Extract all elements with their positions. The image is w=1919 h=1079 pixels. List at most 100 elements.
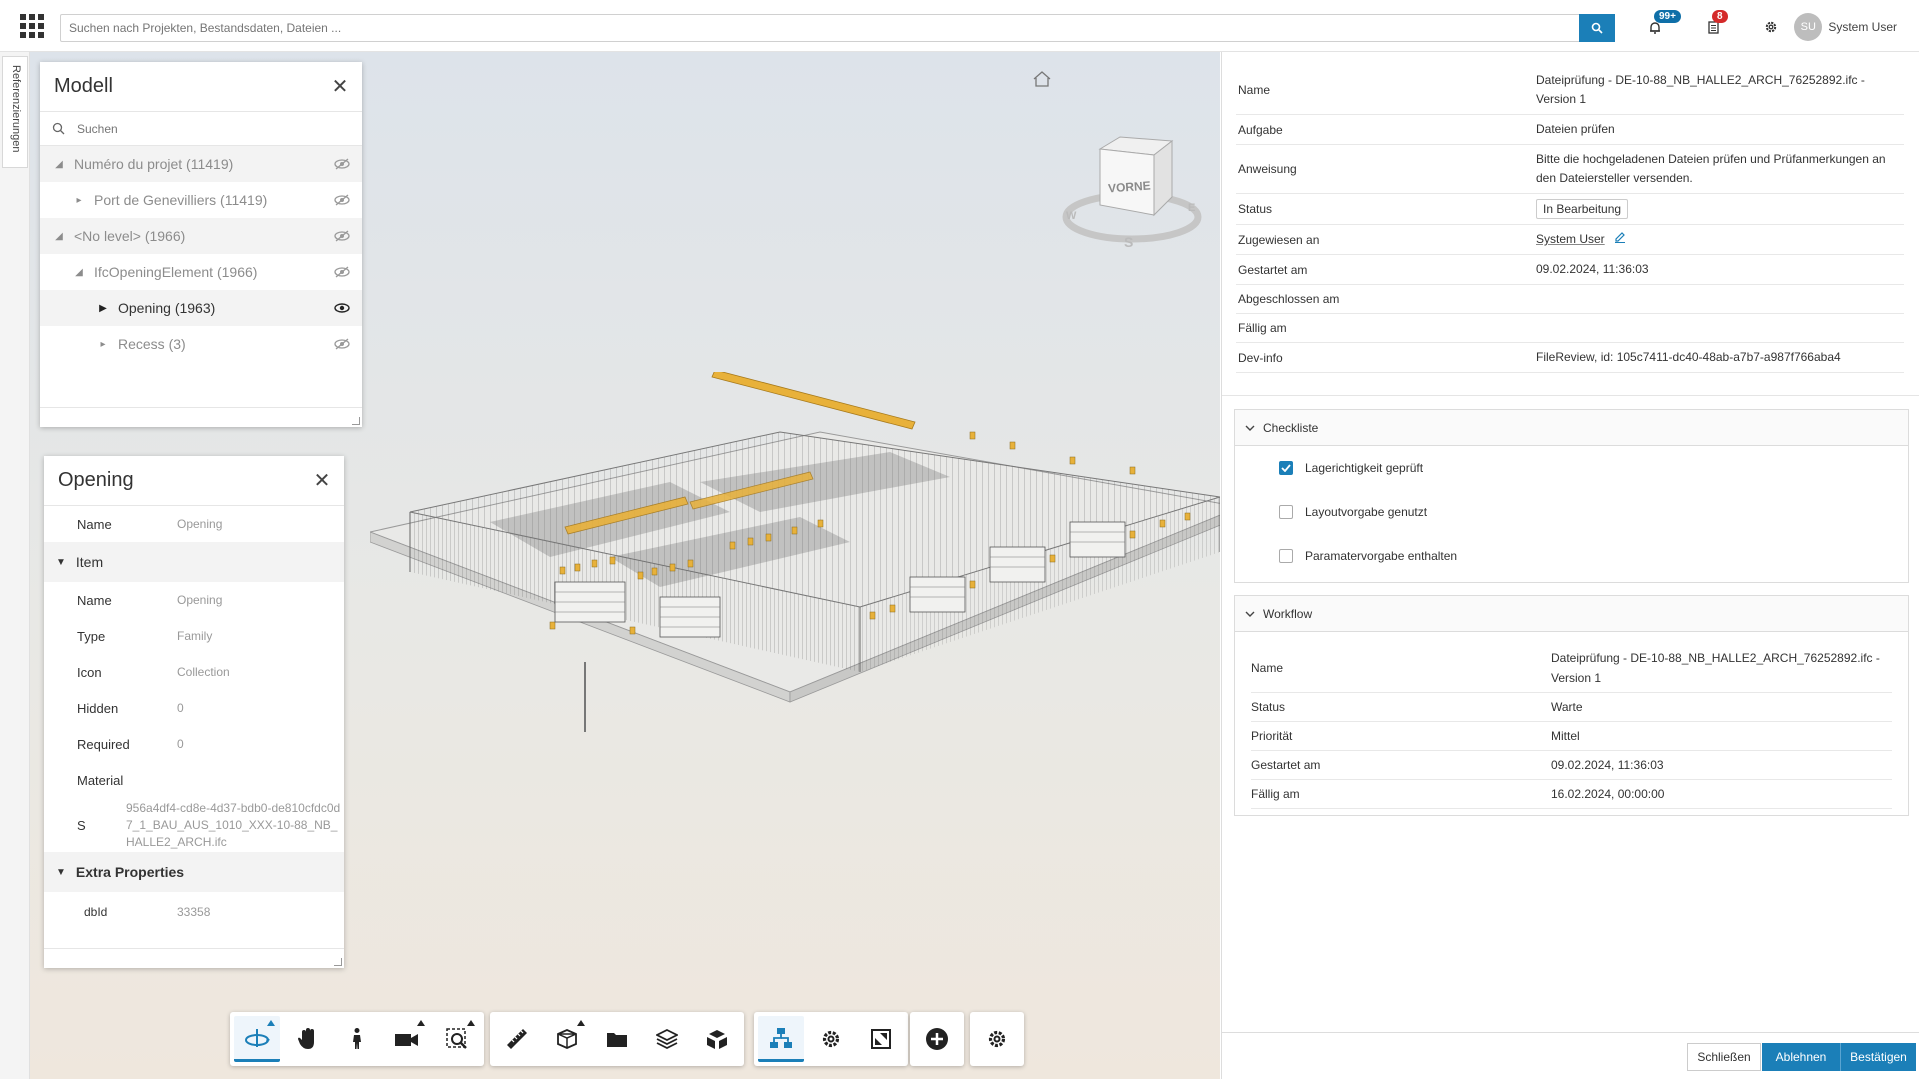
explode-cube-icon [707, 1030, 727, 1049]
item-section-header[interactable]: ▼ Item [44, 542, 344, 582]
workflow-header[interactable]: Workflow [1235, 596, 1908, 632]
checkbox[interactable] [1279, 505, 1293, 519]
pencil-icon[interactable] [1614, 230, 1626, 249]
property-key: Required [77, 736, 130, 752]
tree-node[interactable]: ◢ IfcOpeningElement (1966) [40, 254, 362, 290]
property-key: Name [77, 516, 112, 532]
property-value: Opening [177, 517, 223, 531]
model-panel-footer [40, 407, 362, 427]
eye-hidden-icon[interactable] [334, 229, 350, 245]
home-view-button[interactable] [1032, 70, 1052, 91]
add-markup-button[interactable] [914, 1016, 960, 1062]
resize-handle[interactable] [352, 417, 360, 425]
fullscreen-button[interactable] [858, 1016, 904, 1062]
eye-icon[interactable] [334, 301, 350, 317]
info-key: Fällig am [1238, 321, 1287, 336]
zoom-window-button[interactable] [434, 1016, 480, 1062]
section-box-button[interactable] [544, 1016, 590, 1062]
tree-node[interactable]: ◢ Numéro du projet (11419) [40, 146, 362, 182]
checklist-item[interactable]: Paramatervorgabe enthalten [1235, 534, 1908, 578]
tree-node[interactable]: ▸ Port de Genevilliers (11419) [40, 182, 362, 218]
camera-button[interactable] [384, 1016, 430, 1062]
tree-node-label: <No level> (1966) [74, 228, 186, 244]
chevron-down-icon[interactable]: ◢ [72, 267, 86, 278]
model-browser-button[interactable] [594, 1016, 640, 1062]
reject-button[interactable]: Ablehnen [1762, 1043, 1840, 1071]
caret-down-icon: ▼ [56, 556, 66, 568]
close-icon[interactable]: ✕ [330, 74, 350, 99]
checklist-item[interactable]: Lagerichtigkeit geprüft [1235, 446, 1908, 490]
property-value: 956a4df4-cd8e-4d37-bdb0-de810cfdc0d7_1_B… [126, 800, 341, 849]
workflow-key: Name [1251, 661, 1284, 675]
global-search-input[interactable] [61, 15, 1561, 41]
app-launcher-icon[interactable] [20, 14, 44, 38]
chevron-right-icon[interactable]: ▸ [96, 339, 110, 350]
hierarchy-icon [770, 1027, 792, 1048]
resize-handle[interactable] [334, 958, 342, 966]
explode-button[interactable] [694, 1016, 740, 1062]
workflow-key: Gestartet am [1251, 758, 1321, 772]
chevron-right-icon[interactable]: ▶ [96, 303, 110, 314]
tasks-button[interactable]: 8 [1704, 10, 1728, 36]
eye-hidden-icon[interactable] [334, 265, 350, 281]
eye-hidden-icon[interactable] [334, 337, 350, 353]
tree-node-label: Recess (3) [118, 336, 186, 352]
eye-hidden-icon[interactable] [334, 193, 350, 209]
layers-button[interactable] [644, 1016, 690, 1062]
notifications-badge: 99+ [1654, 10, 1681, 23]
tree-node-selected[interactable]: ▶ Opening (1963) [40, 290, 362, 326]
search-button[interactable] [1579, 14, 1615, 42]
model-search-input[interactable] [77, 121, 317, 136]
chevron-right-icon[interactable]: ▸ [72, 195, 86, 206]
building-model[interactable] [370, 372, 1220, 812]
checkbox-checked[interactable] [1279, 461, 1293, 475]
pan-button[interactable] [284, 1016, 330, 1062]
references-tab[interactable]: Referenzierungen [2, 56, 28, 168]
viewer-settings-button[interactable] [974, 1016, 1020, 1062]
model-tree-button[interactable] [758, 1016, 804, 1062]
workflow-row: Status Warte [1251, 693, 1892, 722]
settings-button[interactable] [1762, 18, 1780, 36]
viewcube[interactable]: VORNE W E S [1062, 97, 1202, 252]
measure-button[interactable] [494, 1016, 540, 1062]
info-value-wrap: In Bearbeitung [1536, 194, 1904, 224]
info-row: Fällig am [1236, 314, 1904, 344]
plus-circle-icon [926, 1028, 948, 1050]
property-key: Icon [77, 664, 102, 680]
tools-toolbar [490, 1012, 744, 1066]
chevron-down-icon[interactable]: ◢ [52, 231, 66, 242]
search-icon [1591, 22, 1603, 34]
close-icon[interactable]: ✕ [312, 468, 332, 493]
assignee-link[interactable]: System User [1536, 232, 1605, 246]
info-value: FileReview, id: 105c7411-dc40-48ab-a7b7-… [1536, 350, 1841, 365]
close-button[interactable]: Schließen [1687, 1043, 1761, 1071]
confirm-button[interactable]: Bestätigen [1840, 1043, 1916, 1071]
layers-icon [656, 1028, 678, 1050]
eye-hidden-icon[interactable] [334, 157, 350, 173]
compass-west: W [1066, 210, 1077, 222]
tree-node[interactable]: ▸ Recess (3) [40, 326, 362, 362]
user-menu[interactable]: SU System User [1794, 13, 1897, 41]
checkbox[interactable] [1279, 549, 1293, 563]
info-row: Anweisung Bitte die hochgeladenen Dateie… [1236, 145, 1904, 194]
notifications-button[interactable]: 99+ [1646, 10, 1681, 36]
info-key: Anweisung [1238, 162, 1297, 176]
properties-button[interactable] [808, 1016, 854, 1062]
chevron-down-icon[interactable]: ◢ [52, 159, 66, 170]
tree-node-label: Port de Genevilliers (11419) [94, 192, 268, 208]
checklist-item[interactable]: Layoutvorgabe genutzt [1235, 490, 1908, 534]
model-panel-header: Modell ✕ [40, 62, 362, 112]
checklist-header[interactable]: Checkliste [1235, 410, 1908, 446]
orbit-button[interactable] [234, 1016, 280, 1062]
tree-node[interactable]: ◢ <No level> (1966) [40, 218, 362, 254]
compass-south: S [1124, 234, 1134, 250]
model-panel: Modell ✕ ◢ Numéro du projet (11419) ▸ Po… [40, 62, 362, 427]
walk-button[interactable] [334, 1016, 380, 1062]
extra-properties-header[interactable]: ▼ Extra Properties [44, 852, 344, 892]
3d-viewer[interactable]: VORNE W E S Modell ✕ ◢ Numéro du projet … [30, 52, 1220, 1079]
info-key: Dev-info [1238, 350, 1283, 365]
status-badge: In Bearbeitung [1536, 199, 1629, 219]
info-key: Abgeschlossen am [1238, 292, 1340, 307]
info-key: Gestartet am [1238, 262, 1308, 277]
model-tree: ◢ Numéro du projet (11419) ▸ Port de Gen… [40, 146, 362, 362]
